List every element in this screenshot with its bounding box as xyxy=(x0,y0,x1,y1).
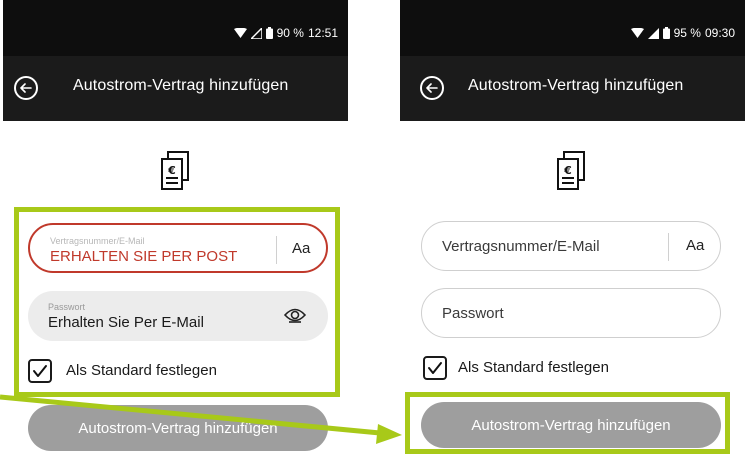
svg-text:€: € xyxy=(563,164,572,177)
status-bar: 90 % 12:51 xyxy=(3,0,348,56)
app-bar: Autostrom-Vertrag hinzufügen xyxy=(400,56,745,121)
eye-icon[interactable] xyxy=(284,306,306,324)
password-field[interactable]: Passwort Erhalten Sie Per E-Mail xyxy=(28,291,328,341)
signal-icon xyxy=(647,27,659,39)
add-contract-button[interactable]: Autostrom-Vertrag hinzufügen xyxy=(421,402,721,448)
svg-text:€: € xyxy=(167,164,176,177)
battery-icon xyxy=(662,27,670,39)
default-checkbox-label: Als Standard festlegen xyxy=(66,362,217,379)
default-checkbox[interactable] xyxy=(423,356,447,380)
euro-document-icon: € xyxy=(557,151,585,190)
password-label: Passwort xyxy=(48,302,86,312)
password-placeholder: Passwort xyxy=(442,305,504,322)
status-bar: 95 % 09:30 xyxy=(400,0,745,56)
back-button[interactable] xyxy=(14,76,38,100)
arrow-left-icon xyxy=(20,83,32,93)
left-screen: 90 % 12:51 Autostrom-Vertrag hinzufügen … xyxy=(3,0,348,455)
checkmark-icon xyxy=(428,362,442,374)
password-value: Erhalten Sie Per E-Mail xyxy=(48,314,204,331)
checkmark-icon xyxy=(33,365,47,377)
clock: 12:51 xyxy=(307,26,338,40)
battery-icon xyxy=(265,27,273,39)
contract-number-label: Vertragsnummer/E-Mail xyxy=(50,236,145,246)
euro-document-icon: € xyxy=(161,151,189,190)
battery-percent: 95 % xyxy=(673,26,701,40)
app-bar: Autostrom-Vertrag hinzufügen xyxy=(3,56,348,121)
contract-number-field[interactable]: Vertragsnummer/E-Mail ERHALTEN SIE PER P… xyxy=(28,223,328,273)
clock: 09:30 xyxy=(704,26,735,40)
battery-percent: 90 % xyxy=(276,26,304,40)
password-field[interactable]: Passwort xyxy=(421,288,721,338)
wifi-icon xyxy=(233,27,247,38)
wifi-icon xyxy=(630,27,644,38)
case-toggle-button[interactable]: Aa xyxy=(292,240,310,257)
status-indicators: 95 % 09:30 xyxy=(630,26,735,40)
add-contract-button[interactable]: Autostrom-Vertrag hinzufügen xyxy=(28,405,328,451)
contract-number-placeholder: Vertragsnummer/E-Mail xyxy=(442,238,600,255)
arrow-left-icon xyxy=(426,83,438,93)
default-checkbox[interactable] xyxy=(28,359,52,383)
default-checkbox-label: Als Standard festlegen xyxy=(458,359,609,376)
contract-number-field[interactable]: Vertragsnummer/E-Mail Aa xyxy=(421,221,721,271)
field-divider xyxy=(668,233,669,261)
field-divider xyxy=(276,236,277,264)
status-indicators: 90 % 12:51 xyxy=(233,26,338,40)
signal-icon xyxy=(250,27,262,39)
back-button[interactable] xyxy=(420,76,444,100)
page-title: Autostrom-Vertrag hinzufügen xyxy=(468,77,684,94)
page-title: Autostrom-Vertrag hinzufügen xyxy=(73,77,289,94)
contract-number-value: ERHALTEN SIE PER POST xyxy=(50,248,238,265)
right-screen: 95 % 09:30 Autostrom-Vertrag hinzufügen … xyxy=(400,0,745,455)
case-toggle-button[interactable]: Aa xyxy=(686,237,704,254)
